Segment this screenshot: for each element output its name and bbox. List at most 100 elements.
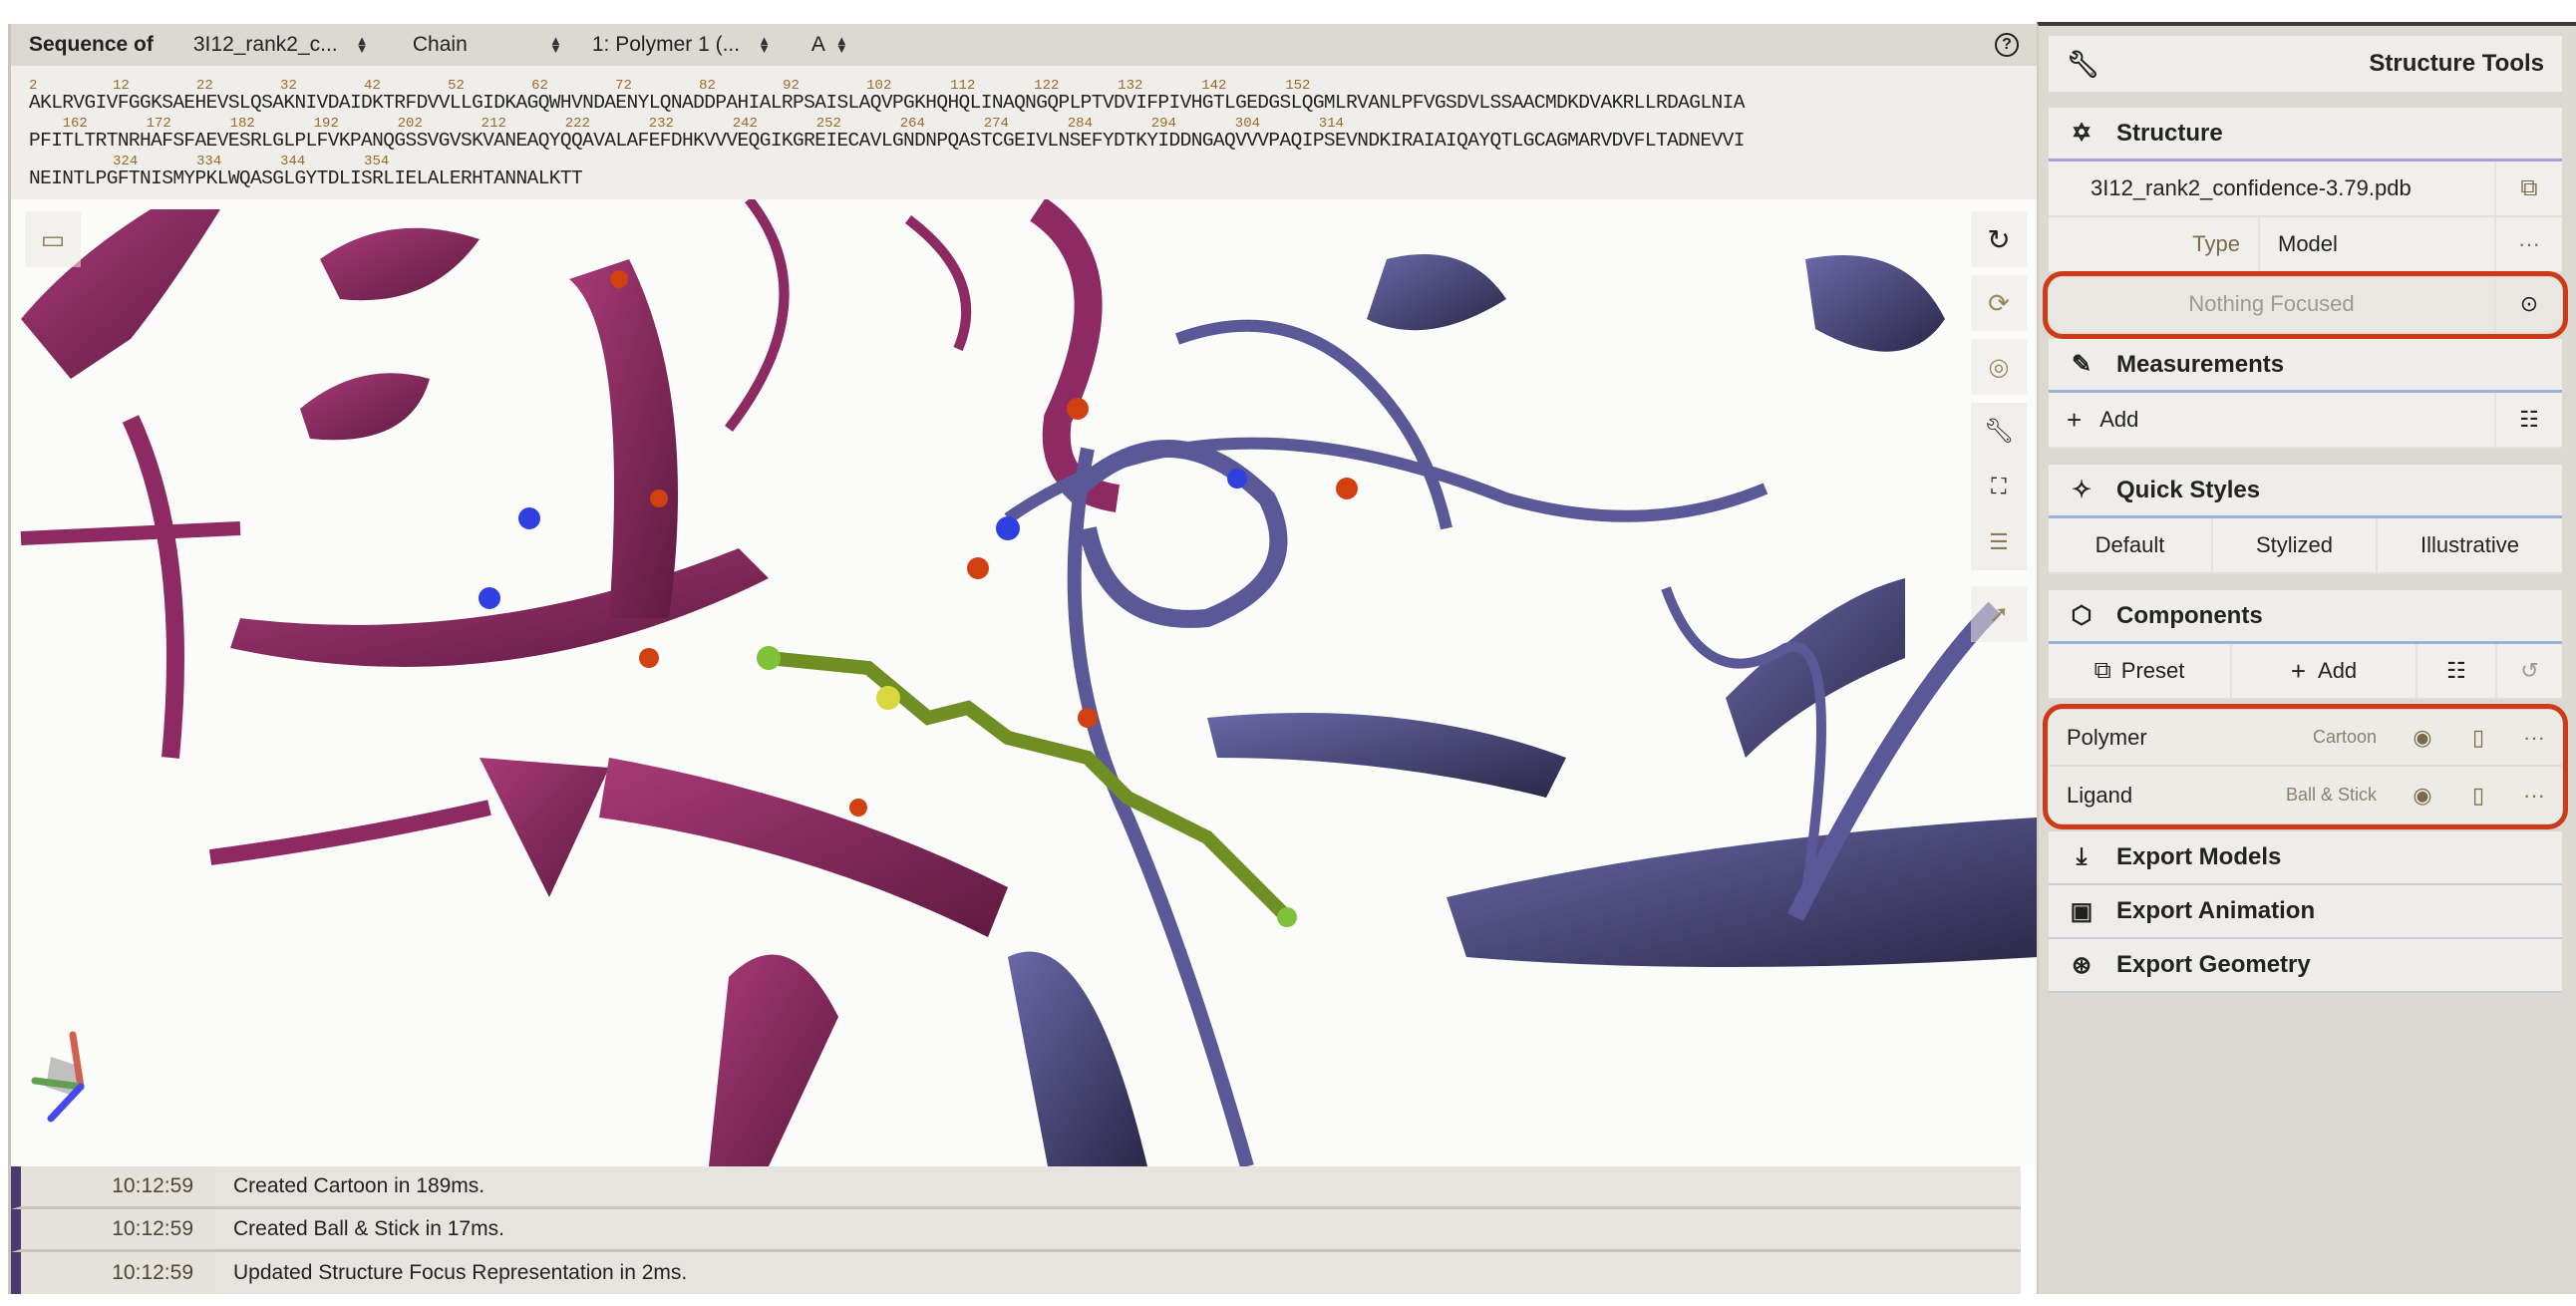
type-value[interactable]: Model bbox=[2258, 217, 2494, 271]
trash-icon[interactable]: ▯ bbox=[2450, 710, 2506, 765]
component-item[interactable]: Polymer Cartoon ◉ ▯ ··· bbox=[2049, 710, 2562, 767]
structure-select[interactable]: 3I12_rank2_c... ▲ ▼ bbox=[193, 33, 383, 57]
log-panel: 10:12:59 Created Cartoon in 189ms. 10:12… bbox=[11, 1166, 2021, 1294]
sequence-line: 324 334 344 354 NEINTLPGFTNISMYPKLWQASGL… bbox=[29, 154, 2037, 191]
log-time: 10:12:59 bbox=[21, 1252, 215, 1294]
section-export-models[interactable]: ⤓ Export Models bbox=[2049, 831, 2562, 885]
magic-wand-icon: ✧ bbox=[2071, 477, 2093, 503]
style-stylized-button[interactable]: Stylized bbox=[2211, 518, 2376, 572]
structure-type-row: Type Model ··· bbox=[2049, 217, 2562, 273]
focus-row[interactable]: Nothing Focused ⊙ bbox=[2043, 271, 2568, 339]
section-export-geometry[interactable]: ⊛ Export Geometry bbox=[2049, 939, 2562, 993]
section-structure[interactable]: ✡ Structure bbox=[2049, 108, 2562, 162]
animation-icon: ▣ bbox=[2070, 897, 2093, 925]
style-illustrative-button[interactable]: Illustrative bbox=[2376, 518, 2562, 572]
eye-icon[interactable]: ◉ bbox=[2395, 710, 2450, 765]
help-icon[interactable]: ? bbox=[1995, 33, 2019, 57]
chain-select[interactable]: A ▲ ▼ bbox=[811, 33, 848, 57]
section-title: Measurements bbox=[2116, 350, 2285, 378]
sliders-icon[interactable]: ☷ bbox=[2415, 644, 2495, 698]
section-title: Structure bbox=[2116, 119, 2223, 147]
component-representation[interactable]: Cartoon bbox=[2313, 727, 2395, 748]
sliders-icon: ☰ bbox=[1989, 529, 2009, 554]
component-name[interactable]: Ligand bbox=[2049, 783, 2286, 809]
structure-tools-panel: 🔧︎ Structure Tools ✡ Structure 3I12_rank… bbox=[2037, 22, 2576, 1294]
add-measurement-button[interactable]: + Add bbox=[2049, 393, 2494, 447]
animation-icon: ▭ bbox=[40, 223, 66, 254]
sliders-icon[interactable]: ☷ bbox=[2494, 393, 2562, 447]
add-component-button[interactable]: + Add bbox=[2230, 644, 2415, 698]
settings-button[interactable]: ☰ bbox=[1971, 514, 2027, 570]
mode-select-value: Chain bbox=[412, 33, 468, 56]
tools-button[interactable]: 🔧︎ bbox=[1971, 403, 2027, 459]
more-options-icon[interactable]: ··· bbox=[2506, 710, 2562, 765]
component-name[interactable]: Polymer bbox=[2049, 725, 2313, 751]
structure-icon: ✡ bbox=[2071, 120, 2093, 147]
molecular-structure-render bbox=[20, 199, 2037, 1166]
sequence-line: 2 12 22 32 42 52 62 72 82 92 102 112 122… bbox=[29, 78, 2037, 116]
select-arrows-icon: ▲ ▼ bbox=[355, 33, 369, 56]
entity-select-value: 1: Polymer 1 (... bbox=[591, 33, 741, 56]
sequence-residues[interactable]: NEINTLPGFTNISMYPKLWQASGLGYTDLISRLIELALER… bbox=[29, 167, 583, 189]
section-quick-styles[interactable]: ✧ Quick Styles bbox=[2049, 465, 2562, 518]
wrench-icon: 🔧︎ bbox=[1983, 417, 2015, 445]
focus-placeholder[interactable]: Nothing Focused bbox=[2049, 277, 2494, 331]
select-arrows-icon: ▲ ▼ bbox=[758, 33, 771, 56]
log-entry: 10:12:59 Updated Structure Focus Represe… bbox=[11, 1252, 2021, 1294]
section-measurements[interactable]: ✎ Measurements bbox=[2049, 339, 2562, 393]
sequence-residues[interactable]: PFITLTRTNRHAFSFAEVESRLGLPLFVKPANQGSSVGVS… bbox=[29, 130, 1745, 152]
focus-target-icon[interactable]: ⊙ bbox=[2494, 277, 2562, 331]
more-options-icon[interactable]: ··· bbox=[2494, 217, 2562, 271]
animation-button[interactable]: ▭ bbox=[25, 211, 81, 267]
section-components[interactable]: ⬡ Components bbox=[2049, 590, 2562, 644]
section-title: Quick Styles bbox=[2116, 476, 2261, 503]
reset-camera-button[interactable]: ↻ bbox=[1971, 211, 2027, 267]
history-icon[interactable]: ↺ bbox=[2495, 644, 2562, 698]
ligand-ball-and-stick bbox=[757, 646, 1297, 927]
entity-select[interactable]: 1: Polymer 1 (... ▲ ▼ bbox=[592, 33, 782, 57]
structure-file-name[interactable]: 3I12_rank2_confidence-3.79.pdb bbox=[2049, 162, 2494, 215]
component-representation[interactable]: Ball & Stick bbox=[2286, 785, 2395, 806]
structure-file-row[interactable]: 3I12_rank2_confidence-3.79.pdb ⧉ bbox=[2049, 162, 2562, 217]
component-item[interactable]: Ligand Ball & Stick ◉ ▯ ··· bbox=[2049, 767, 2562, 823]
selection-mode-button[interactable]: ➚ bbox=[1971, 586, 2027, 642]
style-default-button[interactable]: Default bbox=[2049, 518, 2211, 572]
preset-label: Preset bbox=[2120, 658, 2185, 683]
quick-styles-row: Default Stylized Illustrative bbox=[2049, 518, 2562, 574]
main-panel: Sequence of 3I12_rank2_c... ▲ ▼ Chain ▲ ▼ … bbox=[8, 24, 2037, 1294]
log-entry: 10:12:59 Created Ball & Stick in 17ms. bbox=[11, 1209, 2021, 1252]
panel-title-bar: 🔧︎ Structure Tools bbox=[2049, 36, 2562, 92]
preset-button[interactable]: ⧉ Preset bbox=[2049, 644, 2230, 698]
chain-select-value: A bbox=[810, 33, 825, 56]
log-time: 10:12:59 bbox=[21, 1166, 215, 1206]
section-title: Components bbox=[2116, 601, 2263, 629]
bookmark-icon[interactable]: ⧉ bbox=[2494, 162, 2562, 215]
components-toolbar: ⧉ Preset + Add ☷ ↺ bbox=[2049, 644, 2562, 700]
3d-viewport[interactable]: ▭ ↻ ⟳ ◎ 🔧︎ ⛶ ☰ ➚ bbox=[11, 199, 2037, 1166]
structure-select-value: 3I12_rank2_c... bbox=[192, 33, 338, 56]
bookmark-icon: ⧉ bbox=[2093, 657, 2111, 684]
more-options-icon[interactable]: ··· bbox=[2506, 767, 2562, 823]
log-time: 10:12:59 bbox=[21, 1209, 215, 1249]
sequence-header: Sequence of 3I12_rank2_c... ▲ ▼ Chain ▲ ▼ … bbox=[11, 24, 2037, 66]
geometry-export-icon: ⊛ bbox=[2071, 951, 2093, 979]
select-arrows-icon: ▲ ▼ bbox=[834, 33, 848, 56]
spin-icon: ⟳ bbox=[1988, 287, 2010, 318]
add-label: Add bbox=[2318, 658, 2358, 683]
section-title: Export Models bbox=[2116, 843, 2282, 870]
sequence-line: 162 172 182 192 202 212 222 232 242 252 … bbox=[29, 116, 2037, 154]
log-message: Created Cartoon in 189ms. bbox=[233, 1174, 485, 1197]
chain-a-cartoon bbox=[20, 199, 1121, 1166]
trash-icon[interactable]: ▯ bbox=[2450, 767, 2506, 823]
spin-button[interactable]: ⟳ bbox=[1971, 275, 2027, 331]
mode-select[interactable]: Chain ▲ ▼ bbox=[413, 33, 562, 57]
sequence-view[interactable]: 2 12 22 32 42 52 62 72 82 92 102 112 122… bbox=[11, 66, 2037, 199]
screenshot-button[interactable]: ◎ bbox=[1971, 339, 2027, 395]
eye-icon[interactable]: ◉ bbox=[2395, 767, 2450, 823]
camera-aperture-icon: ◎ bbox=[1988, 353, 2010, 381]
fullscreen-button[interactable]: ⛶ bbox=[1971, 459, 2027, 514]
section-export-animation[interactable]: ▣ Export Animation bbox=[2049, 885, 2562, 939]
sequence-residues[interactable]: AKLRVGIVFGGKSAEHEVSLQSAKNIVDAIDKTRFDVVLL… bbox=[29, 92, 1745, 114]
